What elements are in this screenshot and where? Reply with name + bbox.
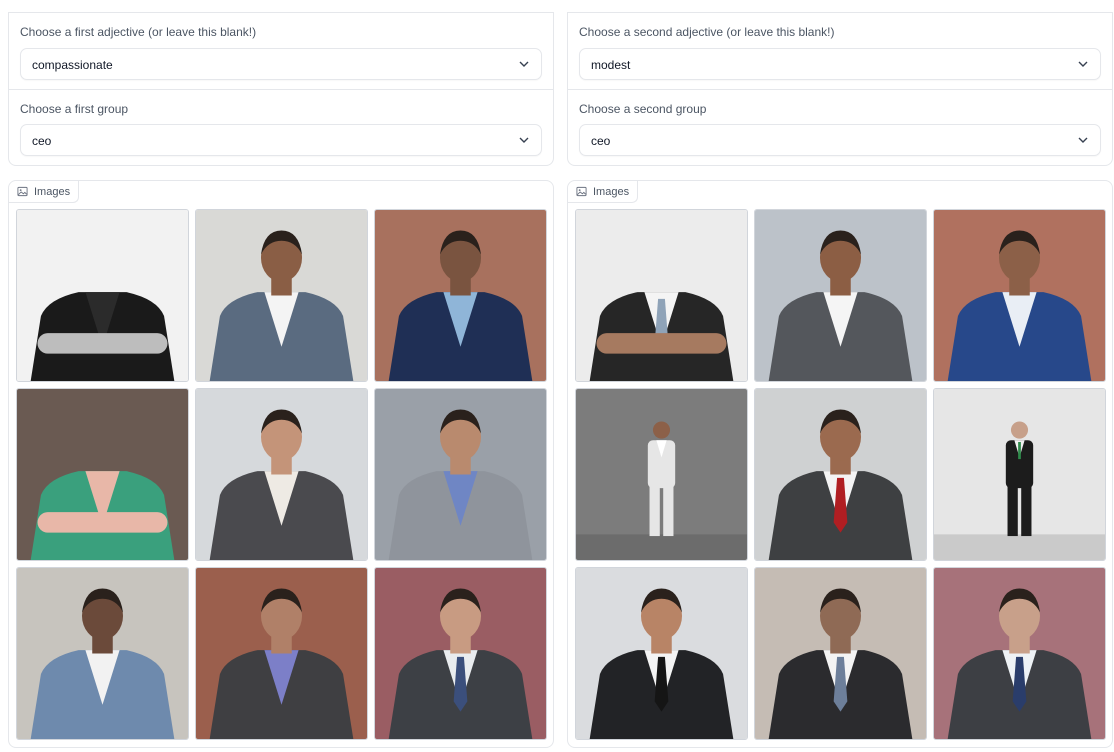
gallery-thumbnail[interactable] [933,567,1106,740]
second-group-value: ceo [591,134,611,148]
image-grid [16,209,547,740]
first-options-panel: Choose a first adjective (or leave this … [8,12,554,166]
image-icon [576,186,587,197]
gallery-thumbnail[interactable] [374,567,547,740]
portrait-image [375,568,546,739]
second-adjective-label: Choose a second adjective (or leave this… [579,25,835,39]
portrait-image [934,389,1105,560]
second-adjective-dropdown[interactable]: modest [579,48,1101,80]
portrait-image [576,568,747,739]
portrait-image [375,389,546,560]
gallery-thumbnail[interactable] [754,388,927,561]
gallery-thumbnail[interactable] [16,209,189,382]
portrait-image [17,389,188,560]
gallery-thumbnail[interactable] [575,388,748,561]
first-adjective-label: Choose a first adjective (or leave this … [20,25,257,39]
portrait-image [196,389,367,560]
gallery-label-badge: Images [568,181,639,203]
portrait-image [17,210,188,381]
gallery-thumbnail[interactable] [754,567,927,740]
portrait-image [17,568,188,739]
portrait-image [196,210,367,381]
image-grid [575,209,1106,740]
first-image-gallery: Images [8,180,554,748]
gallery-thumbnail[interactable] [374,388,547,561]
gallery-thumbnail[interactable] [933,388,1106,561]
gallery-thumbnail[interactable] [575,209,748,382]
gallery-thumbnail[interactable] [16,567,189,740]
gallery-thumbnail[interactable] [374,209,547,382]
image-icon [17,186,28,197]
second-adjective-value: modest [591,58,631,72]
portrait-image [375,210,546,381]
divider [568,89,1112,90]
gallery-thumbnail[interactable] [195,567,368,740]
gallery-label-badge: Images [9,181,80,203]
portrait-image [576,210,747,381]
first-group-value: ceo [32,134,52,148]
gallery-thumbnail[interactable] [16,388,189,561]
portrait-image [934,210,1105,381]
divider [9,89,553,90]
portrait-image [196,568,367,739]
first-group-dropdown[interactable]: ceo [20,124,542,156]
portrait-image [755,389,926,560]
gallery-label: Images [34,185,71,198]
gallery-thumbnail[interactable] [195,388,368,561]
portrait-image [755,568,926,739]
first-adjective-value: compassionate [32,58,113,72]
gallery-thumbnail[interactable] [754,209,927,382]
first-adjective-dropdown[interactable]: compassionate [20,48,542,80]
chevron-down-icon [519,137,529,143]
second-group-label: Choose a second group [579,102,707,116]
chevron-down-icon [1078,61,1088,67]
second-options-panel: Choose a second adjective (or leave this… [567,12,1113,166]
second-image-gallery: Images [567,180,1113,748]
gallery-thumbnail[interactable] [195,209,368,382]
portrait-image [576,389,747,560]
first-group-label: Choose a first group [20,102,129,116]
second-group-dropdown[interactable]: ceo [579,124,1101,156]
portrait-image [755,210,926,381]
chevron-down-icon [1078,137,1088,143]
gallery-label: Images [593,185,630,198]
gallery-thumbnail[interactable] [933,209,1106,382]
chevron-down-icon [519,61,529,67]
gallery-thumbnail[interactable] [575,567,748,740]
portrait-image [934,568,1105,739]
